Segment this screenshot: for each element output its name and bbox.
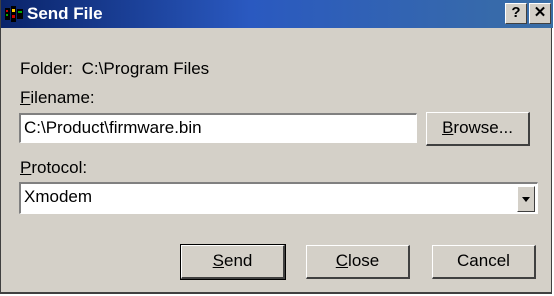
help-button[interactable]: ? <box>505 3 527 24</box>
browse-button-label: rowse... <box>453 118 513 137</box>
protocol-label-mnemonic: P <box>20 158 32 177</box>
browse-button-mnemonic: B <box>442 118 454 137</box>
send-button-label: end <box>223 251 253 270</box>
cancel-button[interactable]: Cancel <box>432 245 536 279</box>
title-bar[interactable]: Send File ? ✕ <box>1 0 553 28</box>
protocol-label-text: rotocol: <box>31 158 88 177</box>
send-button[interactable]: Send <box>180 244 286 280</box>
folder-label: Folder: <box>20 59 73 78</box>
protocol-label: Protocol: <box>20 158 87 178</box>
folder-row: Folder: C:\Program Files <box>20 59 209 79</box>
send-file-dialog: Send File ? ✕ Folder: C:\Program Files F… <box>0 0 553 294</box>
filename-label: Filename: <box>20 88 95 108</box>
browse-button[interactable]: Browse... <box>426 112 530 146</box>
close-button[interactable]: Close <box>306 245 410 279</box>
chevron-down-icon[interactable] <box>517 186 535 212</box>
window-close-button[interactable]: ✕ <box>529 3 551 24</box>
filename-label-text: ilename: <box>30 88 95 107</box>
protocol-select[interactable]: Xmodem <box>19 182 538 214</box>
folder-path: C:\Program Files <box>81 59 210 78</box>
app-icon <box>5 6 23 22</box>
close-button-mnemonic: C <box>335 251 349 270</box>
send-button-mnemonic: S <box>212 251 224 270</box>
protocol-selected-value: Xmodem <box>24 187 93 206</box>
filename-label-mnemonic: F <box>20 88 31 107</box>
close-button-label: lose <box>348 251 380 270</box>
filename-input[interactable]: C:\Product\firmware.bin <box>19 113 417 143</box>
window-title: Send File <box>27 4 103 23</box>
